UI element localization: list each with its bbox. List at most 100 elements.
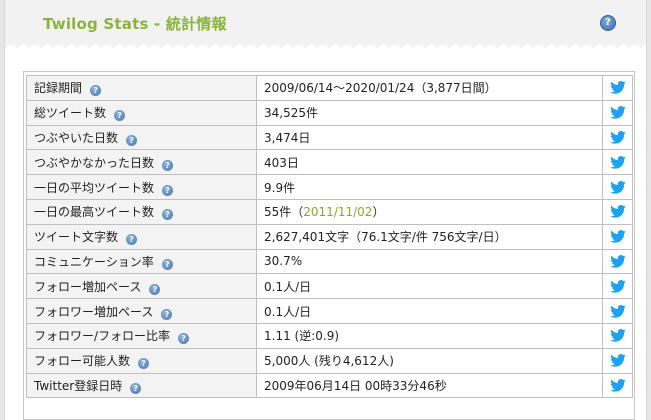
question-circle-icon[interactable]: ? [178, 333, 190, 345]
row-value-cell: 34,525件 [256, 99, 603, 126]
twitter-bird-icon[interactable] [604, 155, 632, 169]
row-label-cell: つぶやいた日数? [26, 124, 257, 151]
question-circle-icon[interactable]: ? [162, 184, 174, 196]
tweet-button[interactable] [602, 124, 633, 151]
tweet-button[interactable] [602, 322, 633, 349]
question-circle-icon[interactable]: ? [161, 258, 173, 270]
tweet-button[interactable] [602, 273, 633, 300]
table-row: フォロワー増加ペース? 0.1人/日 [26, 298, 633, 324]
row-value-cell: 0.1人/日 [256, 273, 603, 300]
row-value-cell: 3,474日 [256, 124, 603, 151]
row-label-cell: フォロー増加ペース? [26, 273, 257, 300]
row-value-cell: 403日 [256, 149, 603, 176]
row-value: 0.1人/日 [264, 279, 312, 294]
stats-table-frame: 記録期間? 2009/06/14～2020/01/24（3,877日間） 総ツイート… [23, 71, 635, 420]
twitter-bird-icon[interactable] [604, 205, 632, 219]
twitter-bird-icon[interactable] [604, 81, 632, 95]
tweet-button[interactable] [602, 248, 633, 275]
row-label: フォロー可能人数 [34, 354, 131, 369]
table-row: つぶやかなかった日数? 403日 [26, 149, 633, 176]
row-value: 5,000人 (残り4,612人) [264, 354, 394, 369]
question-circle-icon[interactable]: ? [90, 85, 102, 97]
row-label: フォロワー増加ペース [34, 304, 154, 319]
row-label: Twitter登録日時 [34, 378, 123, 393]
row-value: 1.11 (逆:0.9) [264, 329, 340, 344]
table-row: 記録期間? 2009/06/14～2020/01/24（3,877日間） [26, 75, 633, 101]
question-circle-icon[interactable]: ? [162, 209, 174, 221]
page-title: Twilog Stats - 統計情報 [43, 15, 227, 33]
row-value: 403日 [264, 155, 299, 170]
tweet-button[interactable] [602, 75, 633, 101]
row-value-cell: 2,627,401文字（76.1文字/件 756文字/日） [256, 223, 603, 250]
row-label-cell: 総ツイート数? [26, 99, 257, 126]
row-label: ツイート文字数 [34, 230, 119, 245]
row-value-cell: 1.11 (逆:0.9) [256, 322, 603, 349]
table-row: つぶやいた日数? 3,474日 [26, 124, 633, 151]
row-label: コミュニケーション率 [34, 254, 154, 269]
twitter-bird-icon[interactable] [604, 180, 632, 194]
row-value: 2009年06月14日 00時33分46秒 [264, 378, 447, 393]
table-row: フォロー増加ペース? 0.1人/日 [26, 273, 633, 300]
row-label: 総ツイート数 [34, 106, 107, 121]
row-value-cell: 9.9件 [256, 174, 603, 200]
row-label: 記録期間 [34, 81, 83, 96]
row-value: 2009/06/14～2020/01/24（3,877日間） [264, 81, 497, 96]
row-value: 2,627,401文字（76.1文字/件 756文字/日） [264, 230, 507, 245]
question-circle-icon[interactable]: ? [600, 15, 616, 31]
twitter-bird-icon[interactable] [604, 131, 632, 144]
tweet-button[interactable] [602, 174, 633, 200]
row-label: フォロー増加ペース [34, 279, 142, 294]
table-row: Twitter登録日時? 2009年06月14日 00時33分46秒 [26, 372, 633, 399]
twitter-bird-icon[interactable] [604, 379, 632, 392]
question-circle-icon[interactable]: ? [162, 159, 174, 171]
table-row: 一日の最高ツイート数? 55件（2011/11/02） [26, 198, 633, 225]
date-link[interactable]: 2011/11/02 [303, 205, 372, 219]
question-circle-icon[interactable]: ? [138, 358, 150, 370]
row-label: つぶやかなかった日数 [34, 155, 155, 170]
question-circle-icon[interactable]: ? [114, 110, 126, 122]
row-value: 55件（ [264, 205, 304, 220]
question-circle-icon[interactable]: ? [126, 134, 138, 146]
twitter-bird-icon[interactable] [604, 354, 632, 367]
row-label: つぶやいた日数 [34, 130, 119, 145]
twitter-bird-icon[interactable] [604, 304, 632, 318]
row-label-cell: 一日の最高ツイート数? [26, 198, 257, 225]
tweet-button[interactable] [602, 149, 633, 176]
row-label-cell: フォロワー増加ペース? [26, 298, 257, 324]
tweet-button[interactable] [602, 372, 633, 399]
tweet-button[interactable] [602, 198, 633, 225]
twitter-bird-icon[interactable] [604, 279, 632, 293]
row-value-cell: 55件（2011/11/02） [256, 198, 603, 225]
row-label-cell: フォロワー/フォロー比率? [26, 322, 257, 349]
tweet-button[interactable] [602, 298, 633, 324]
tweet-button[interactable] [602, 223, 633, 250]
table-row: ツイート文字数? 2,627,401文字（76.1文字/件 756文字/日） [26, 223, 633, 250]
row-label-cell: コミュニケーション率? [26, 248, 257, 275]
row-label: 一日の最高ツイート数 [34, 205, 155, 220]
scalloped-divider [5, 38, 646, 50]
question-circle-icon[interactable]: ? [149, 283, 161, 295]
row-value-cell: 0.1人/日 [256, 298, 603, 324]
tweet-button[interactable] [602, 347, 633, 374]
row-value: 9.9件 [264, 180, 296, 195]
table-row: 総ツイート数? 34,525件 [26, 99, 633, 126]
row-label-cell: 記録期間? [26, 75, 257, 101]
twitter-bird-icon[interactable] [604, 255, 632, 268]
stats-panel: Twilog Stats - 統計情報 ? 記録期間? 2009/06/14～20… [4, 0, 647, 420]
row-value: 34,525件 [264, 106, 318, 121]
twitter-bird-icon[interactable] [604, 230, 632, 243]
row-value-cell: 2009/06/14～2020/01/24（3,877日間） [256, 75, 603, 101]
row-value-suffix: ） [372, 205, 385, 220]
question-circle-icon[interactable]: ? [161, 308, 173, 320]
table-row: コミュニケーション率? 30.7% [26, 248, 633, 275]
twitter-bird-icon[interactable] [604, 106, 632, 119]
question-circle-icon[interactable]: ? [130, 382, 142, 394]
stats-table: 記録期間? 2009/06/14～2020/01/24（3,877日間） 総ツイート… [26, 75, 633, 399]
row-label-cell: ツイート文字数? [26, 223, 257, 250]
tweet-button[interactable] [602, 99, 633, 126]
twitter-bird-icon[interactable] [604, 329, 632, 343]
question-circle-icon[interactable]: ? [126, 234, 138, 246]
row-value-cell: 30.7% [256, 248, 603, 275]
row-value: 3,474日 [264, 130, 311, 145]
row-label: フォロワー/フォロー比率 [34, 329, 171, 344]
